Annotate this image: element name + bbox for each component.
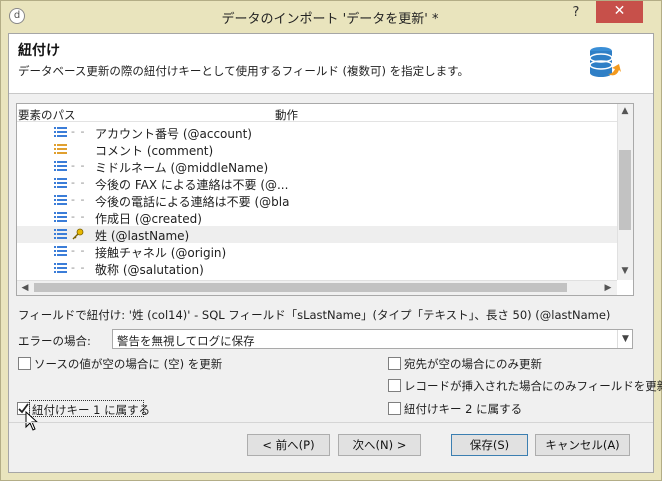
column-header-action[interactable]: 動作 bbox=[275, 107, 298, 123]
update-if-dest-empty-checkbox[interactable] bbox=[388, 357, 401, 370]
next-button[interactable]: 次へ(N) > bbox=[338, 434, 421, 456]
error-label: エラーの場合: bbox=[18, 334, 91, 348]
tree-connector: - - bbox=[71, 210, 86, 223]
back-button[interactable]: < 前へ(P) bbox=[247, 434, 330, 456]
tree-row[interactable]: - - 敬称 (@salutation) bbox=[17, 260, 617, 277]
tree-row-label: 作成日 (@created) bbox=[95, 212, 202, 226]
update-only-on-insert-checkbox[interactable] bbox=[388, 379, 401, 392]
tree-header bbox=[17, 104, 617, 122]
memo-field-icon bbox=[54, 144, 67, 154]
update-only-on-insert-label: レコードが挿入された場合にのみフィールドを更新 bbox=[404, 379, 662, 393]
key-icon bbox=[72, 228, 84, 240]
field-icon bbox=[54, 195, 67, 205]
window-title: データのインポート 'データを更新' * bbox=[221, 12, 439, 27]
chevron-down-icon[interactable]: ▼ bbox=[617, 330, 633, 348]
horizontal-scroll-thumb[interactable] bbox=[34, 283, 567, 292]
field-icon bbox=[54, 229, 67, 239]
save-button[interactable]: 保存(S) bbox=[451, 434, 528, 456]
tree-row[interactable]: - - 作成日 (@created) bbox=[17, 209, 617, 226]
header-description: データベース更新の際の紐付けキーとして使用するフィールド (複数可) を指定しま… bbox=[18, 64, 469, 78]
update-if-dest-empty-label: 宛先が空の場合にのみ更新 bbox=[404, 357, 542, 371]
field-icon bbox=[54, 127, 67, 137]
field-icon bbox=[54, 246, 67, 256]
tree-connector: - - bbox=[71, 193, 86, 206]
scroll-down-icon[interactable]: ▼ bbox=[618, 266, 632, 276]
scroll-right-icon[interactable]: ▶ bbox=[601, 283, 615, 293]
separator bbox=[9, 422, 653, 423]
tree-row[interactable]: - - 今後の FAX による連絡は不要 (@... bbox=[17, 175, 617, 192]
field-icon bbox=[54, 178, 67, 188]
header-title: 紐付け bbox=[18, 43, 60, 59]
tree-connector: - - bbox=[71, 244, 86, 257]
update-if-source-empty-label: ソースの値が空の場合に (空) を更新 bbox=[34, 357, 223, 371]
tree-row-label: コメント (comment) bbox=[95, 144, 214, 158]
tree-row-label: 姓 (@lastName) bbox=[95, 229, 190, 243]
field-icon bbox=[54, 161, 67, 171]
tree-row-label: 今後の FAX による連絡は不要 (@... bbox=[95, 178, 289, 192]
tree-row-label: 今後の電話による連絡は不要 (@bla bbox=[95, 195, 290, 209]
field-icon bbox=[54, 212, 67, 222]
tree-row[interactable]: コメント (comment) bbox=[17, 141, 617, 158]
update-if-source-empty-checkbox[interactable] bbox=[18, 357, 31, 370]
tree-connector: - - bbox=[71, 176, 86, 189]
tree-row-label: 敬称 (@salutation) bbox=[95, 263, 204, 277]
app-icon: d bbox=[9, 8, 25, 24]
tree-row[interactable]: - - アカウント番号 (@account) bbox=[17, 124, 617, 141]
scroll-up-icon[interactable]: ▲ bbox=[618, 106, 632, 116]
column-header-path[interactable]: 要素のパス bbox=[18, 107, 76, 123]
tree-row[interactable]: 姓 (@lastName) bbox=[17, 226, 617, 243]
cancel-button[interactable]: キャンセル(A) bbox=[535, 434, 630, 456]
key2-label: 紐付けキー 2 に属する bbox=[404, 402, 523, 416]
tree-connector: - - bbox=[71, 125, 86, 138]
tree-row[interactable]: - - ミドルネーム (@middleName) bbox=[17, 158, 617, 175]
reconciliation-info: フィールドで紐付け: '姓 (col14)' - SQL フィールド「sLast… bbox=[18, 308, 611, 322]
field-icon bbox=[54, 263, 67, 273]
vertical-scroll-thumb[interactable] bbox=[619, 150, 631, 230]
database-refresh-icon bbox=[589, 47, 621, 77]
tree-connector: - - bbox=[71, 261, 86, 274]
tree-row-label: アカウント番号 (@account) bbox=[95, 127, 252, 141]
close-button[interactable]: ✕ bbox=[596, 1, 643, 23]
key1-label: 紐付けキー 1 に属する bbox=[32, 403, 151, 417]
help-button[interactable]: ? bbox=[562, 2, 590, 24]
error-select-value: 警告を無視してログに保存 bbox=[117, 334, 255, 348]
key2-checkbox[interactable] bbox=[388, 402, 401, 415]
tree-row-label: ミドルネーム (@middleName) bbox=[95, 161, 269, 175]
tree-row[interactable]: - - 今後の電話による連絡は不要 (@bla bbox=[17, 192, 617, 209]
tree-connector: - - bbox=[71, 159, 86, 172]
tree-row[interactable]: - - 接触チャネル (@origin) bbox=[17, 243, 617, 260]
scroll-left-icon[interactable]: ◀ bbox=[18, 283, 32, 293]
tree-row-label: 接触チャネル (@origin) bbox=[95, 246, 227, 260]
